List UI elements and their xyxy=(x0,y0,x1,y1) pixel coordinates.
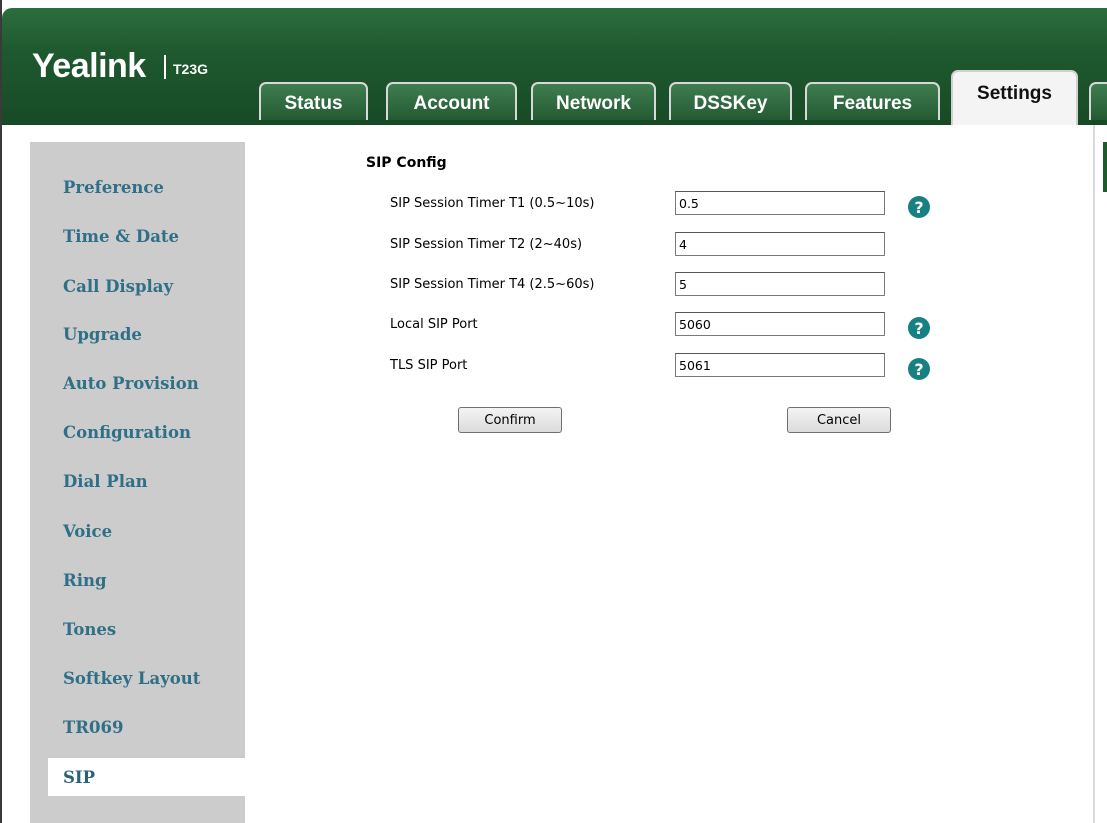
sidebar-item-label: Dial Plan xyxy=(63,471,148,491)
cancel-button[interactable]: Cancel xyxy=(787,407,891,433)
sidebar-item-label: Preference xyxy=(63,177,164,197)
tab-settings[interactable]: Settings xyxy=(951,70,1078,126)
sidebar-item-label: Configuration xyxy=(63,422,191,442)
field-label-t1: SIP Session Timer T1 (0.5~10s) xyxy=(390,196,595,211)
sidebar-item-preference[interactable]: Preference xyxy=(33,172,245,202)
sidebar-item-dial-plan[interactable]: Dial Plan xyxy=(33,466,245,496)
sidebar-item-label: Auto Provision xyxy=(63,373,199,393)
help-icon[interactable]: ? xyxy=(908,196,930,218)
tab-status[interactable]: Status xyxy=(259,82,368,120)
local-sip-port-input[interactable] xyxy=(675,312,885,336)
tab-account[interactable]: Account xyxy=(386,82,517,120)
sidebar-item-ring[interactable]: Ring xyxy=(33,565,245,595)
sip-timer-t4-input[interactable] xyxy=(675,272,885,296)
sidebar-item-tones[interactable]: Tones xyxy=(33,614,245,644)
sidebar-item-label: Tones xyxy=(63,619,117,639)
right-panel-stub xyxy=(1103,142,1107,192)
sidebar-item-label: Upgrade xyxy=(63,324,142,344)
confirm-button[interactable]: Confirm xyxy=(458,407,562,433)
logo-separator xyxy=(164,55,166,79)
sidebar-item-voice[interactable]: Voice xyxy=(33,516,245,546)
field-label-t2: SIP Session Timer T2 (2~40s) xyxy=(390,237,583,252)
brand-logo: Yealink xyxy=(32,47,146,85)
sidebar-item-time-date[interactable]: Time & Date xyxy=(33,221,245,251)
tab-overflow[interactable] xyxy=(1089,82,1107,120)
content-right-border xyxy=(1093,125,1095,823)
sip-timer-t2-input[interactable] xyxy=(675,232,885,256)
sidebar-item-label: Ring xyxy=(63,570,107,590)
sidebar-item-label: Softkey Layout xyxy=(63,668,201,688)
tab-network[interactable]: Network xyxy=(531,82,656,120)
sidebar-item-auto-provision[interactable]: Auto Provision xyxy=(33,368,245,398)
field-label-local-sip-port: Local SIP Port xyxy=(390,317,478,332)
sidebar-item-tr069[interactable]: TR069 xyxy=(33,712,245,742)
sidebar-item-call-display[interactable]: Call Display xyxy=(33,271,245,301)
section-title: SIP Config xyxy=(366,155,447,171)
sidebar-item-sip[interactable]: SIP xyxy=(48,758,256,796)
field-label-t4: SIP Session Timer T4 (2.5~60s) xyxy=(390,277,595,292)
tab-features[interactable]: Features xyxy=(805,82,940,120)
sidebar-item-softkey-layout[interactable]: Softkey Layout xyxy=(33,663,245,693)
sidebar-item-upgrade[interactable]: Upgrade xyxy=(33,319,245,349)
sip-timer-t1-input[interactable] xyxy=(675,191,885,215)
tab-dsskey[interactable]: DSSKey xyxy=(669,82,792,120)
right-strip xyxy=(1095,125,1107,823)
field-label-tls-sip-port: TLS SIP Port xyxy=(390,358,468,373)
help-icon[interactable]: ? xyxy=(908,317,930,339)
sidebar-item-label: Call Display xyxy=(63,276,174,296)
sidebar-item-configuration[interactable]: Configuration xyxy=(33,417,245,447)
sidebar-item-label: Voice xyxy=(63,521,113,541)
model-label: T23G xyxy=(173,61,209,77)
sidebar-item-label: SIP xyxy=(63,767,96,787)
help-icon[interactable]: ? xyxy=(908,358,930,380)
tls-sip-port-input[interactable] xyxy=(675,353,885,377)
sidebar-item-label: TR069 xyxy=(63,717,124,737)
sidebar-item-label: Time & Date xyxy=(63,226,180,246)
page-frame: Yealink T23G Status Account Network DSSK… xyxy=(0,0,1107,823)
